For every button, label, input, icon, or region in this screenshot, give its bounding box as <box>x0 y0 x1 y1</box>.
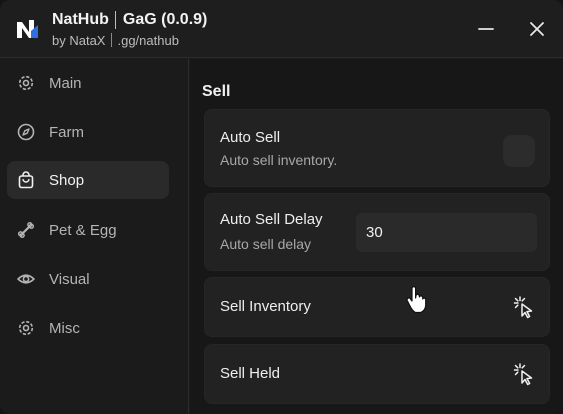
sidebar-item-pet-egg[interactable]: Pet & Egg <box>7 211 169 249</box>
subtitle-divider <box>111 33 113 47</box>
gear-icon <box>16 318 36 338</box>
gear-icon <box>16 73 36 93</box>
sidebar-item-main[interactable]: Main <box>7 64 169 102</box>
invite-link[interactable]: .gg/nathub <box>117 33 178 48</box>
game-version: GaG (0.0.9) <box>122 11 208 28</box>
close-button[interactable] <box>524 16 550 42</box>
auto-sell-delay-description: Auto sell delay <box>220 236 312 252</box>
sidebar-item-visual[interactable]: Visual <box>7 260 169 298</box>
auto-sell-toggle[interactable] <box>503 135 535 167</box>
sidebar-item-label: Shop <box>49 171 85 189</box>
auto-sell-delay-title: Auto Sell Delay <box>220 211 323 228</box>
title-bar: NatHub GaG (0.0.9) by NataX .gg/nathub <box>0 0 563 58</box>
tap-icon <box>510 361 536 387</box>
author-label: by NataX <box>52 32 106 48</box>
nathub-logo-icon <box>14 17 40 41</box>
sidebar: Main Farm Shop Pet & Egg Visual Misc <box>0 59 189 414</box>
main-panel: Sell Auto Sell Auto sell inventory. Auto… <box>190 59 563 414</box>
sell-held-label: Sell Held <box>220 365 281 382</box>
auto-sell-title: Auto Sell <box>220 129 281 146</box>
close-icon <box>530 22 544 36</box>
auto-sell-delay-card: Auto Sell Delay Auto sell delay <box>204 193 550 271</box>
compass-icon <box>16 122 36 142</box>
sidebar-item-shop[interactable]: Shop <box>7 161 169 199</box>
section-title: Sell <box>202 83 231 100</box>
sidebar-item-label: Misc <box>49 319 80 337</box>
title-block: NatHub GaG (0.0.9) by NataX .gg/nathub <box>52 10 207 49</box>
sell-held-button[interactable]: Sell Held <box>204 344 550 404</box>
sidebar-item-label: Farm <box>49 123 84 141</box>
minimize-button[interactable] <box>473 16 499 42</box>
auto-sell-card: Auto Sell Auto sell inventory. <box>204 109 550 187</box>
auto-sell-delay-input[interactable] <box>356 213 537 252</box>
eye-icon <box>16 269 36 289</box>
sidebar-item-misc[interactable]: Misc <box>7 309 169 347</box>
sidebar-item-label: Main <box>49 74 82 92</box>
auto-sell-description: Auto sell inventory. <box>220 152 338 168</box>
bone-icon <box>16 220 36 240</box>
minimize-icon <box>478 28 494 30</box>
sell-inventory-button[interactable]: Sell Inventory <box>204 277 550 337</box>
sidebar-item-label: Pet & Egg <box>49 221 117 239</box>
tap-icon <box>510 294 536 320</box>
app-name: NatHub <box>52 11 109 28</box>
title-divider <box>114 11 116 29</box>
sidebar-item-farm[interactable]: Farm <box>7 113 169 151</box>
sidebar-item-label: Visual <box>49 270 90 288</box>
shopping-bag-icon <box>16 170 36 190</box>
sell-inventory-label: Sell Inventory <box>220 298 311 315</box>
app-window: NatHub GaG (0.0.9) by NataX .gg/nathub M… <box>0 0 563 414</box>
